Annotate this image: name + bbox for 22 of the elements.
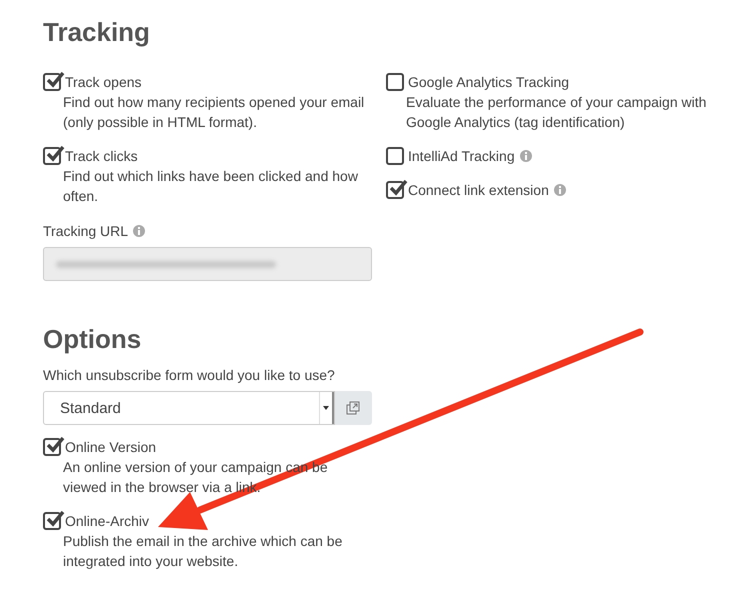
option-label: Online Version [65,438,156,457]
checkbox[interactable] [386,147,404,165]
option-label: Google Analytics Tracking [408,73,570,92]
section-heading: Tracking [43,16,151,49]
section-heading: Options [43,323,142,356]
option-description: Publish the email in the archive which can be integrated into your website. [63,532,344,571]
checkbox[interactable] [386,73,404,91]
field-label: Tracking URL [43,222,128,241]
url-field[interactable] [43,247,372,281]
option-description: Find out which links have been clicked and how often. [63,167,359,206]
option-label: Connect link extension [408,181,549,200]
option-label: IntelliAd Tracking [408,147,515,166]
open-button[interactable] [334,391,372,425]
option-description: Evaluate the performance of your campaign with Google Analytics (tag identification) [406,93,708,132]
option-label: Online-Archiv [65,512,150,531]
option-label: Track opens [65,73,142,92]
select-field[interactable]: Standard [43,391,335,425]
option-description: Find out how many recipients opened your email (only possible in HTML format). [63,93,366,132]
external-link-icon [346,401,360,415]
option-label: Track clicks [65,147,138,166]
field-label: Which unsubscribe form would you like to use? [43,366,336,385]
caret-icon [322,406,329,410]
